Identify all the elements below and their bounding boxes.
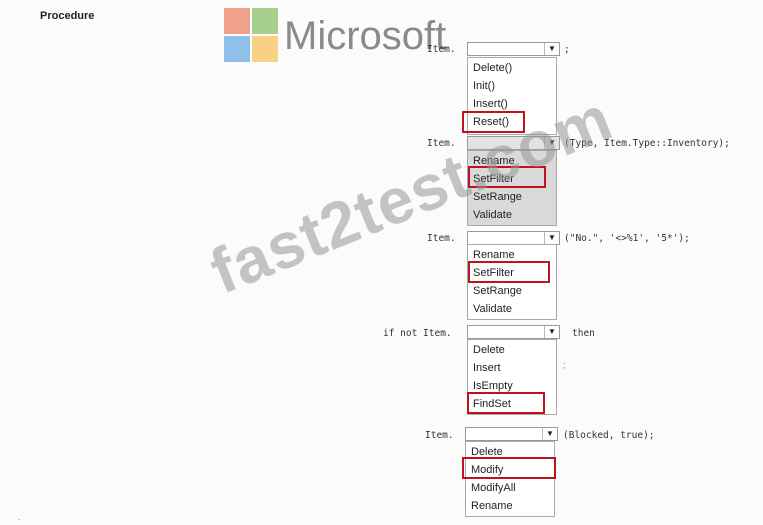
logo-square-green <box>252 8 278 34</box>
block2-prefix: Item. <box>427 138 456 149</box>
chevron-down-icon[interactable]: ▼ <box>542 428 557 440</box>
block1-prefix: Item. <box>427 44 456 55</box>
block5-selected-highlight <box>462 457 556 479</box>
block5-prefix: Item. <box>425 430 454 441</box>
block5-dropdown[interactable]: ▼ <box>465 427 558 441</box>
block4-suffix: then <box>572 328 595 339</box>
chevron-down-icon[interactable]: ▼ <box>544 43 559 55</box>
block4-dropdown[interactable]: ▼ <box>467 325 560 339</box>
block3-dropdown[interactable]: ▼ <box>467 231 560 245</box>
list-item[interactable]: Validate <box>473 300 556 318</box>
block2-dropdown[interactable]: ▼ <box>467 136 560 150</box>
list-item[interactable]: Delete <box>473 341 556 359</box>
list-item[interactable]: Rename <box>471 497 554 515</box>
logo-square-blue <box>224 36 250 62</box>
caret-mark: ; <box>563 360 566 370</box>
block2-selected-highlight <box>468 166 546 188</box>
page-heading: Procedure <box>40 10 95 22</box>
block1-dropdown[interactable]: ▼ <box>467 42 560 56</box>
list-item[interactable]: Init() <box>473 77 556 95</box>
logo-text: Microsoft <box>284 14 447 58</box>
logo-square-yellow <box>252 36 278 62</box>
block4-selected-highlight <box>467 392 545 414</box>
list-item[interactable]: ModifyAll <box>471 479 554 497</box>
block1-suffix: ; <box>564 44 570 55</box>
stray-mark: . <box>18 512 21 522</box>
list-item[interactable]: Delete() <box>473 59 556 77</box>
list-item[interactable]: SetRange <box>473 282 556 300</box>
block2-option-list: Rename SetFilter SetRange Validate <box>467 150 557 226</box>
block1-selected-highlight <box>462 111 525 133</box>
block5-suffix: (Blocked, true); <box>563 430 655 441</box>
watermark-text: fast2test.com <box>200 81 622 308</box>
list-item[interactable]: Insert <box>473 359 556 377</box>
block3-prefix: Item. <box>427 233 456 244</box>
chevron-down-icon[interactable]: ▼ <box>544 326 559 338</box>
list-item[interactable]: SetRange <box>473 188 556 206</box>
list-item[interactable]: Validate <box>473 206 556 224</box>
chevron-down-icon[interactable]: ▼ <box>544 137 559 149</box>
block3-selected-highlight <box>468 261 550 283</box>
block4-prefix: if not Item. <box>383 328 452 339</box>
block3-suffix: ("No.", '<>%1', '5*'); <box>564 233 690 244</box>
chevron-down-icon[interactable]: ▼ <box>544 232 559 244</box>
block5-option-list: Delete Modify ModifyAll Rename <box>465 441 555 517</box>
block2-suffix: (Type, Item.Type::Inventory); <box>564 138 730 149</box>
logo-square-red <box>224 8 250 34</box>
